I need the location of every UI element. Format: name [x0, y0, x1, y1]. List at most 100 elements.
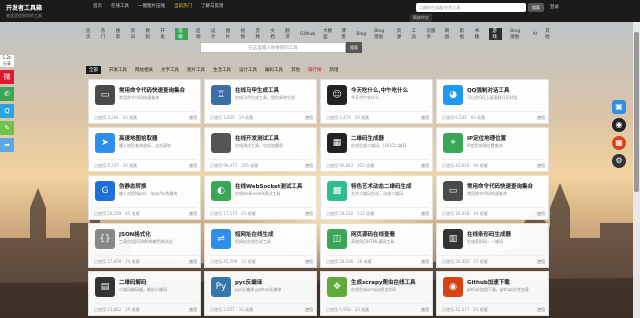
tool-card-title[interactable]: 在线马甲生成工具 — [235, 86, 315, 94]
category-item[interactable]: 大模型 — [323, 28, 333, 40]
tool-card-use-button[interactable]: 使用 — [421, 259, 429, 265]
category-item[interactable]: 资讯 — [131, 28, 138, 40]
category-item[interactable]: 后端 — [196, 28, 203, 40]
tool-card-use-button[interactable]: 使用 — [421, 115, 429, 121]
tool-card-use-button[interactable]: 使用 — [537, 307, 545, 313]
category-item[interactable]: AI — [533, 32, 537, 37]
category-item[interactable]: 搜索 — [116, 28, 123, 40]
top-search-button[interactable]: 搜索 — [528, 3, 544, 12]
tool-card-use-button[interactable]: 使用 — [421, 163, 429, 169]
tool-card-title[interactable]: 今天吃什么,中午吃什么 — [351, 86, 431, 94]
tool-card-title[interactable]: 高速地图拾取器 — [119, 134, 199, 142]
tool-card-title[interactable]: 在线WebSocket测试工具 — [235, 182, 315, 190]
tool-card[interactable]: ✥ 生成scrapy爬虫在线工具 在线生成scrapy爬虫代码 已使用 6,91… — [320, 271, 433, 316]
tool-card[interactable]: ▭ 常用命令代码快速查询集合 常用命令代码快速查询 已使用 3,264 43 收… — [88, 79, 201, 124]
category-item[interactable]: 设计 — [211, 28, 218, 40]
qrcode-icon[interactable]: ▦ — [612, 136, 626, 150]
category-item[interactable]: Github — [300, 32, 315, 37]
category-item[interactable]: 音频 — [255, 28, 262, 40]
filter-tab[interactable]: 编码工具 — [265, 67, 283, 73]
tool-card-use-button[interactable]: 使用 — [305, 259, 313, 265]
category-item[interactable]: 文档 — [270, 28, 277, 40]
category-item[interactable]: 博客 — [341, 28, 348, 40]
filter-tab[interactable]: 图片工具 — [187, 67, 205, 73]
tool-card-title[interactable]: QQ强制对话工具 — [467, 86, 547, 94]
tool-card[interactable]: {} JSON格式化 工具包含JSON的带颜色格式化 已使用 17,609 74… — [88, 223, 201, 268]
tool-card[interactable]: ▭ 常用命令代码快速查询集合 常用命令代码快速查询 已使用 16,438 44 … — [436, 175, 549, 220]
tool-card-title[interactable]: 常用命令代码快速查询集合 — [467, 182, 547, 190]
tool-card-title[interactable]: 二维码生成器 — [351, 134, 431, 142]
tool-card[interactable]: ⌖ IP定位地理位置 IP定位地理位置查询 已使用 42,016 94 收藏 使… — [436, 127, 549, 172]
category-item[interactable]: 热门 — [101, 28, 108, 40]
tool-card-title[interactable]: 生成scrapy爬虫在线工具 — [351, 278, 431, 286]
filter-tab[interactable]: 排行榜 — [308, 67, 322, 73]
top-nav-item[interactable]: 首页 — [93, 3, 102, 9]
category-item[interactable]: 资源 — [397, 28, 404, 40]
tool-card[interactable]: ▩ 特色艺术动态二维码生成 艺术二维码生成，动态二维码 已使用 28,532 1… — [320, 175, 433, 220]
tool-card-title[interactable]: Github加速下载 — [467, 278, 547, 286]
tool-card[interactable]: ◕ QQ强制对话工具 可以在QQ上面强制打开对话 已使用 6,502 64 收藏… — [436, 79, 549, 124]
tool-card[interactable]: G 伪静态转换 输入对应Nginx、Apache伪静态 已使用 18,209 4… — [88, 175, 201, 220]
category-item[interactable]: 书籍 — [474, 28, 481, 40]
tool-card-use-button[interactable]: 使用 — [305, 307, 313, 313]
category-item[interactable]: 云服务 — [426, 28, 436, 40]
tool-card[interactable]: ➤ 高速地图拾取器 输入地址查询坐标，点击获取 已使用 4,237 36 收藏 … — [88, 127, 201, 172]
tv-icon[interactable]: ▣ — [612, 100, 626, 114]
top-search-input[interactable]: 二维码生成器/在线工具 — [416, 3, 526, 12]
category-item[interactable]: 其他 — [545, 28, 552, 40]
tool-card-use-button[interactable]: 使用 — [421, 211, 429, 217]
tool-card[interactable]: ♖ 在线马甲生成工具 在线马甲生成工具，提供多种生成 已使用 1,820 19 … — [204, 79, 317, 124]
category-item[interactable]: 影视 — [460, 28, 467, 40]
tool-card[interactable]: ▤ 二维码解码 二维码解码器，解析二维码 已使用 13,862 29 收藏 使用 — [88, 271, 201, 316]
language-select[interactable]: 简体中文 — [410, 14, 432, 22]
tool-card[interactable]: ◫ 网页源码在线查看 获取网页HTML源码工具 已使用 28,106 28 收藏… — [320, 223, 433, 268]
tool-card-use-button[interactable]: 使用 — [537, 163, 545, 169]
tool-card-title[interactable]: 常用命令代码快速查询集合 — [119, 86, 199, 94]
tool-card-title[interactable]: JSON格式化 — [119, 230, 199, 238]
tool-card-title[interactable]: 在线条形码生成器 — [467, 230, 547, 238]
filter-tab[interactable]: 网站相关 — [135, 67, 153, 73]
category-item[interactable]: 网盘 — [445, 28, 452, 40]
tool-card-use-button[interactable]: 使用 — [305, 115, 313, 121]
share-icon[interactable]: ➦ — [0, 138, 14, 152]
category-item[interactable]: 前端 — [175, 28, 189, 40]
filter-tab[interactable]: 设计工具 — [239, 67, 257, 73]
tool-card-use-button[interactable]: 使用 — [537, 211, 545, 217]
filter-tab[interactable]: 其他 — [291, 67, 300, 73]
tool-card-title[interactable]: 伪静态转换 — [119, 182, 199, 190]
category-item[interactable]: 开发 — [160, 28, 167, 40]
category-item[interactable]: Blog — [356, 32, 366, 37]
category-item[interactable]: 教程 — [145, 28, 152, 40]
category-item[interactable]: Bing搜图 — [510, 29, 525, 40]
tool-card-use-button[interactable]: 使用 — [537, 259, 545, 265]
copy-link-icon[interactable]: ✎ — [0, 121, 14, 135]
tool-card-title[interactable]: pyc反编译 — [235, 278, 315, 286]
top-nav-item[interactable]: 在线工具 — [111, 3, 129, 9]
tool-card-title[interactable]: 在线开发测试工具 — [235, 134, 315, 142]
filter-tab[interactable]: 生活工具 — [213, 67, 231, 73]
tool-card[interactable]: ◐ 在线WebSocket测试工具 在线websocket测试工具 已使用 17… — [204, 175, 317, 220]
gear-icon[interactable]: ⚙ — [612, 154, 626, 168]
tool-card[interactable]: ☺ 今天吃什么,中午吃什么 今天中午吃什么 已使用 2,476 58 收藏 使用 — [320, 79, 433, 124]
tool-card-title[interactable]: 网页源码在线查看 — [351, 230, 431, 238]
top-nav-item[interactable]: 一键图片压缩 — [138, 3, 165, 9]
category-item[interactable]: 视频 — [241, 28, 248, 40]
tool-card-title[interactable]: 短网址在线生成 — [235, 230, 315, 238]
wechat-share-icon[interactable]: ✆ — [0, 87, 14, 101]
filter-tab[interactable]: 全部 — [86, 66, 101, 74]
tool-card-title[interactable]: 特色艺术动态二维码生成 — [351, 182, 431, 190]
tool-card-title[interactable]: 二维码解码 — [119, 278, 199, 286]
category-item[interactable]: 首页 — [86, 28, 93, 40]
filter-tab[interactable]: 开发工具 — [109, 67, 127, 73]
tool-card[interactable]: ▥ 在线条形码生成器 生成条形码，一维码 已使用 20,435 27 收藏 使用 — [436, 223, 549, 268]
tool-card[interactable]: ▦ 二维码生成器 在线生成二维码，LOGO二维码 已使用 96,842 452 … — [320, 127, 433, 172]
tool-card-use-button[interactable]: 使用 — [189, 163, 197, 169]
tool-card[interactable]: Py pyc反编译 pyc反编译,python反编译 已使用 2,657 16 … — [204, 271, 317, 316]
tool-card[interactable]: ⇌ 短网址在线生成 短网址在线生成工具 已使用 45,709 31 收藏 使用 — [204, 223, 317, 268]
filter-tab[interactable]: 新增 — [330, 67, 339, 73]
page-scrollbar[interactable] — [633, 22, 640, 318]
category-item[interactable]: 翻译 — [285, 28, 292, 40]
filter-tab[interactable]: 文字工具 — [161, 67, 179, 73]
tool-card-use-button[interactable]: 使用 — [537, 115, 545, 121]
tool-card[interactable]: 在线开发测试工具 在线测试工具，包含加解密 已使用 98,475 205 收藏 … — [204, 127, 317, 172]
